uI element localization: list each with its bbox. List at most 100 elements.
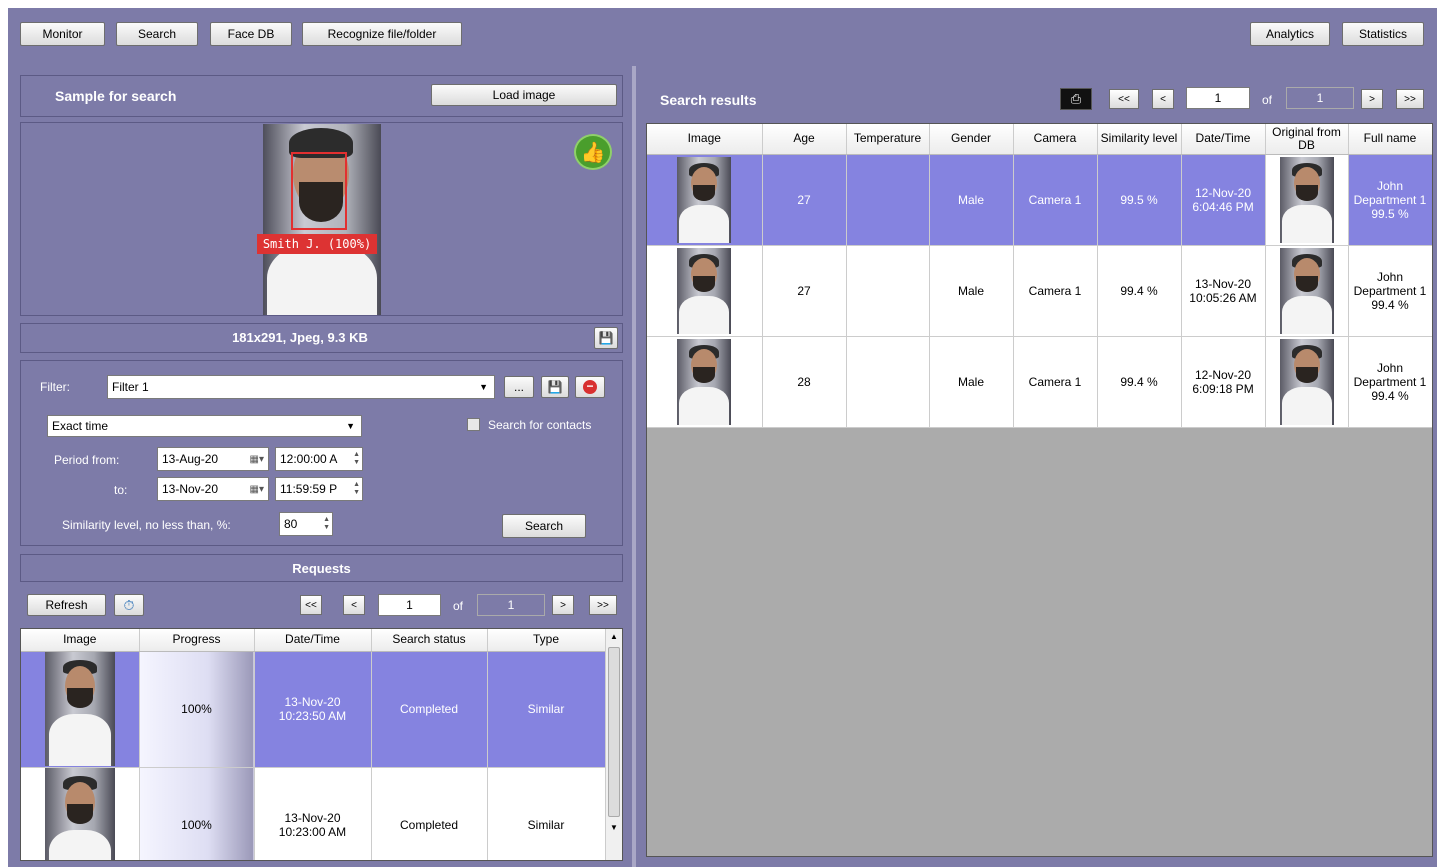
filter-browse-button[interactable]: ... [504, 376, 534, 398]
to-date-picker[interactable]: 13-Nov-20 ▦▾ [157, 477, 269, 501]
scroll-thumb[interactable] [608, 647, 620, 817]
temperature-cell [846, 245, 930, 337]
col-datetime[interactable]: Date/Time [1181, 124, 1266, 155]
face-db-button[interactable]: Face DB [210, 22, 292, 46]
search-button[interactable]: Search [502, 514, 586, 538]
to-label: to: [114, 483, 128, 497]
to-time-value: 11:59:59 P [280, 482, 338, 496]
col-age[interactable]: Age [762, 124, 847, 155]
requests-last-page[interactable]: >> [589, 595, 617, 615]
table-row[interactable]: 100% 13-Nov-20 10:23:00 AM Completed Simi… [21, 767, 606, 860]
results-table: Image Age Temperature Gender Camera Simi… [646, 123, 1433, 857]
name-text: John [1376, 178, 1404, 193]
datetime-cell: 13-Nov-20 10:23:00 AM [254, 767, 372, 860]
age-cell: 27 [762, 154, 847, 246]
search-contacts-checkbox[interactable] [467, 418, 480, 431]
score-text: 99.4 % [1371, 388, 1409, 403]
camera-cell: Camera 1 [1013, 336, 1098, 428]
refresh-button[interactable]: Refresh [27, 594, 106, 616]
delete-filter-button[interactable]: − [575, 376, 605, 398]
search-tab-button[interactable]: Search [116, 22, 198, 46]
from-date-value: 13-Aug-20 [162, 452, 219, 466]
results-last-page[interactable]: >> [1396, 89, 1424, 109]
table-row[interactable]: 100% 13-Nov-20 10:23:50 AM Completed Simi… [21, 651, 606, 768]
col-camera[interactable]: Camera [1013, 124, 1098, 155]
requests-next-page[interactable]: > [552, 595, 574, 615]
results-prev-page[interactable]: < [1152, 89, 1174, 109]
col-original-db[interactable]: Original from DB [1265, 124, 1349, 155]
filter-select[interactable]: Filter 1 ▼ [107, 375, 495, 399]
name-text: John [1376, 269, 1404, 284]
requests-total-pages: 1 [477, 594, 545, 616]
to-time-picker[interactable]: 11:59:59 P ▲ ▼ [275, 477, 363, 501]
col-datetime[interactable]: Date/Time [254, 629, 372, 652]
time-mode-select[interactable]: Exact time ▼ [47, 415, 362, 437]
save-filter-icon[interactable]: 💾 [541, 376, 569, 398]
scroll-up-icon[interactable]: ▲ [606, 632, 622, 641]
results-page-input[interactable]: 1 [1186, 87, 1250, 109]
full-name-cell: John Department 1 99.4 % [1348, 336, 1432, 428]
from-time-picker[interactable]: 12:00:00 A ▲ ▼ [275, 447, 363, 471]
table-row[interactable]: 28 Male Camera 1 99.4 % 12-Nov-20 6:09:18… [647, 336, 1432, 428]
print-icon[interactable]: ⎙ [1060, 88, 1092, 110]
splitter[interactable] [632, 66, 636, 867]
calendar-icon[interactable]: ▦▾ [250, 454, 264, 465]
analytics-button[interactable]: Analytics [1250, 22, 1330, 46]
db-thumbnail [1279, 156, 1334, 243]
requests-scrollbar[interactable]: ▲ ▼ [605, 629, 622, 860]
thumbs-up-icon: 👍 [574, 134, 612, 170]
statistics-button[interactable]: Statistics [1342, 22, 1424, 46]
requests-of-label: of [453, 599, 464, 613]
type-cell: Similar [487, 767, 606, 860]
period-from-label: Period from: [54, 453, 120, 467]
department-text: Department 1 [1353, 283, 1427, 298]
spinner-icon[interactable]: ▲ ▼ [323, 516, 330, 532]
scroll-down-icon[interactable]: ▼ [606, 823, 622, 832]
gender-cell: Male [929, 154, 1014, 246]
load-image-button[interactable]: Load image [431, 84, 617, 106]
calendar-icon[interactable]: ▦▾ [250, 484, 264, 495]
search-contacts-label: Search for contacts [488, 418, 592, 432]
recognize-button[interactable]: Recognize file/folder [302, 22, 462, 46]
table-row[interactable]: 27 Male Camera 1 99.4 % 13-Nov-20 10:05:2… [647, 245, 1432, 337]
col-image[interactable]: Image [647, 124, 763, 155]
spinner-icon[interactable]: ▲ ▼ [353, 451, 360, 467]
results-first-page[interactable]: << [1109, 89, 1139, 109]
date-text: 13-Nov-20 [284, 695, 341, 709]
result-thumbnail [677, 338, 732, 425]
results-next-page[interactable]: > [1361, 89, 1383, 109]
col-similarity[interactable]: Similarity level [1097, 124, 1182, 155]
remove-icon: − [583, 380, 597, 394]
col-image[interactable]: Image [21, 629, 140, 652]
col-full-name[interactable]: Full name [1348, 124, 1432, 155]
requests-prev-page[interactable]: < [343, 595, 365, 615]
requests-page-input[interactable]: 1 [378, 594, 441, 616]
to-date-value: 13-Nov-20 [162, 482, 219, 496]
filter-label: Filter: [40, 380, 70, 394]
datetime-cell: 12-Nov-20 6:09:18 PM [1181, 336, 1266, 428]
save-image-icon[interactable]: 💾 [594, 327, 618, 349]
col-search-status[interactable]: Search status [371, 629, 488, 652]
timer-icon[interactable]: ⏱ [114, 594, 144, 616]
request-thumbnail [44, 768, 115, 860]
col-type[interactable]: Type [487, 629, 606, 652]
col-gender[interactable]: Gender [929, 124, 1014, 155]
datetime-cell: 12-Nov-20 6:04:46 PM [1181, 154, 1266, 246]
age-cell: 28 [762, 336, 847, 428]
similarity-input[interactable]: 80 ▲ ▼ [279, 512, 333, 536]
spinner-icon[interactable]: ▲ ▼ [353, 481, 360, 497]
age-cell: 27 [762, 245, 847, 337]
col-progress[interactable]: Progress [139, 629, 255, 652]
db-thumbnail [1279, 247, 1334, 334]
from-date-picker[interactable]: 13-Aug-20 ▦▾ [157, 447, 269, 471]
gender-cell: Male [929, 336, 1014, 428]
full-name-cell: John Department 1 99.4 % [1348, 245, 1432, 337]
time-text: 6:09:18 PM [1192, 381, 1254, 396]
col-temperature[interactable]: Temperature [846, 124, 930, 155]
requests-first-page[interactable]: << [300, 595, 322, 615]
department-text: Department 1 [1353, 374, 1427, 389]
type-cell: Similar [487, 651, 606, 768]
results-total-pages: 1 [1286, 87, 1354, 109]
table-row[interactable]: 27 Male Camera 1 99.5 % 12-Nov-20 6:04:46… [647, 154, 1432, 246]
monitor-button[interactable]: Monitor [20, 22, 105, 46]
